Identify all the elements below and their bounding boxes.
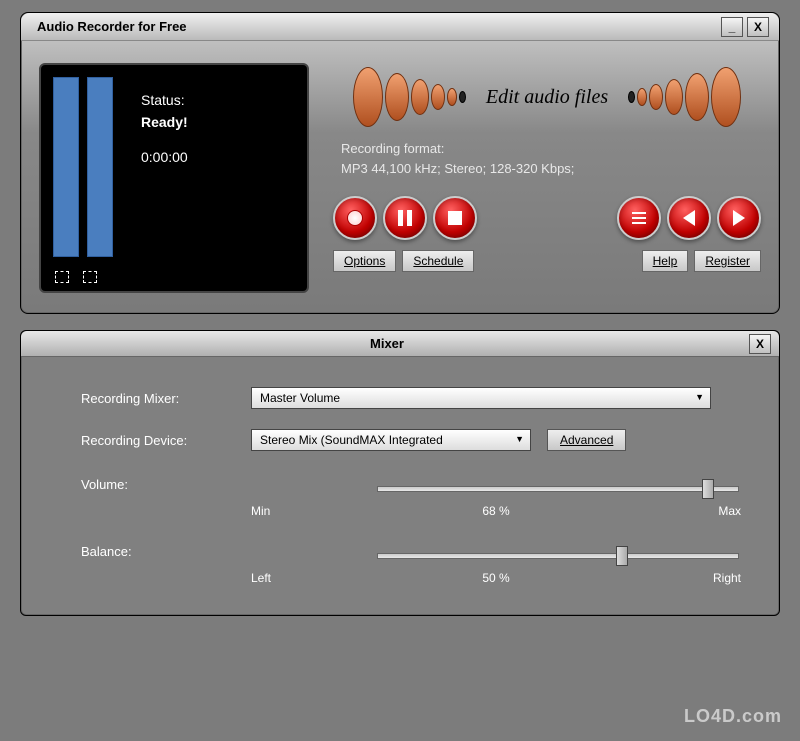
- record-icon: [347, 210, 363, 226]
- volume-value: 68 %: [251, 504, 741, 518]
- level-bar-left: [53, 77, 79, 257]
- horn-left-icon: [353, 67, 466, 127]
- format-label: Recording format:: [341, 139, 761, 159]
- volume-slider[interactable]: [377, 480, 739, 496]
- options-button[interactable]: Options: [333, 250, 396, 272]
- banner-text: Edit audio files: [486, 86, 608, 109]
- level-bar-right: [87, 77, 113, 257]
- advanced-button[interactable]: Advanced: [547, 429, 626, 451]
- banner[interactable]: Edit audio files: [333, 63, 761, 131]
- recording-device-label: Recording Device:: [81, 433, 251, 448]
- recording-mixer-select[interactable]: Master Volume: [251, 387, 711, 409]
- transport-controls: [333, 196, 761, 240]
- status-label: Status:: [141, 89, 188, 111]
- pause-icon: [398, 210, 412, 226]
- playlist-button[interactable]: [617, 196, 661, 240]
- help-button[interactable]: Help: [642, 250, 689, 272]
- play-button[interactable]: [717, 196, 761, 240]
- volume-label: Volume:: [81, 477, 207, 492]
- meter-scale-icons: [55, 271, 97, 283]
- schedule-button[interactable]: Schedule: [402, 250, 474, 272]
- pause-button[interactable]: [383, 196, 427, 240]
- stop-icon: [448, 211, 462, 225]
- stop-button[interactable]: [433, 196, 477, 240]
- window-title: Audio Recorder for Free: [37, 19, 187, 34]
- balance-slider[interactable]: [377, 547, 739, 563]
- mixer-close-button[interactable]: X: [749, 334, 771, 354]
- mixer-title: Mixer: [29, 336, 745, 351]
- horn-right-icon: [628, 67, 741, 127]
- titlebar: Audio Recorder for Free _ X: [21, 13, 779, 41]
- level-meter: [53, 75, 123, 281]
- link-buttons: Options Schedule Help Register: [333, 250, 761, 272]
- register-button[interactable]: Register: [694, 250, 761, 272]
- recording-mixer-label: Recording Mixer:: [81, 391, 251, 406]
- mixer-titlebar: Mixer X: [21, 331, 779, 357]
- app-window: Audio Recorder for Free _ X Status: Read…: [20, 12, 780, 314]
- balance-value: 50 %: [251, 571, 741, 585]
- mixer-panel: Mixer X Recording Mixer: Master Volume R…: [20, 330, 780, 616]
- status-display: Status: Ready! 0:00:00: [39, 63, 309, 293]
- list-icon: [632, 212, 646, 224]
- top-panel: Status: Ready! 0:00:00 Edit audio files …: [21, 41, 779, 313]
- format-value: MP3 44,100 kHz; Stereo; 128-320 Kbps;: [341, 159, 761, 179]
- close-button[interactable]: X: [747, 17, 769, 37]
- format-info: Recording format: MP3 44,100 kHz; Stereo…: [341, 139, 761, 178]
- play-back-button[interactable]: [667, 196, 711, 240]
- right-panel: Edit audio files Recording format: MP3 4…: [333, 63, 761, 293]
- minimize-button[interactable]: _: [721, 17, 743, 37]
- balance-row: Balance: Left 50 % Right: [81, 544, 739, 585]
- volume-thumb[interactable]: [702, 479, 714, 499]
- record-button[interactable]: [333, 196, 377, 240]
- watermark: LO4D.com: [684, 706, 782, 727]
- balance-thumb[interactable]: [616, 546, 628, 566]
- play-rev-icon: [683, 210, 695, 226]
- play-icon: [733, 210, 745, 226]
- status-time: 0:00:00: [141, 146, 188, 168]
- balance-label: Balance:: [81, 544, 207, 559]
- recording-device-select[interactable]: Stereo Mix (SoundMAX Integrated: [251, 429, 531, 451]
- status-value: Ready!: [141, 111, 188, 133]
- volume-row: Volume: Min 68 % Max: [81, 477, 739, 518]
